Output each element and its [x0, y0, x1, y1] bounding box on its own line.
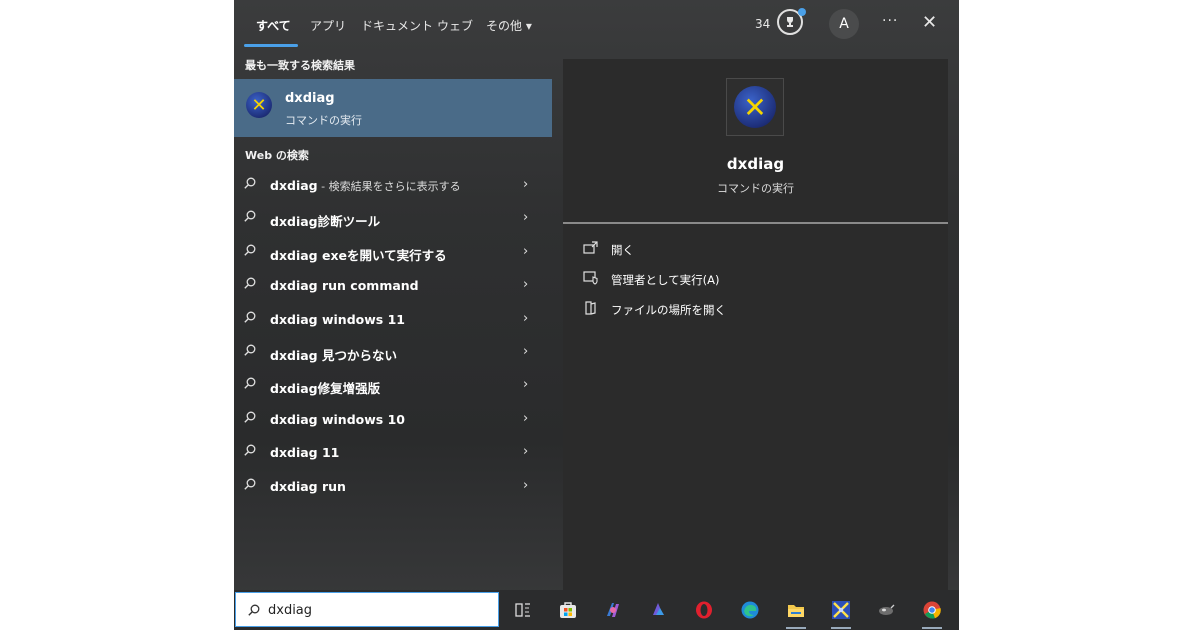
preview-pane: ✕ dxdiag コマンドの実行 開く 管理者として実行(A) ファイルの場所を… — [563, 59, 948, 599]
taskbar-search-input[interactable] — [268, 601, 478, 619]
preview-title: dxdiag — [726, 155, 785, 173]
search-icon — [244, 277, 256, 289]
web-result-text: dxdiag run — [270, 479, 346, 494]
file-explorer-icon[interactable] — [786, 600, 806, 620]
close-button[interactable]: ✕ — [922, 12, 937, 33]
web-result-item[interactable]: dxdiag修复增强版 › — [234, 369, 552, 402]
chrome-browser-icon[interactable] — [922, 600, 942, 620]
web-result-text: dxdiag 11 — [270, 445, 340, 460]
web-result-item[interactable]: dxdiag run › — [234, 470, 552, 503]
taskbar — [234, 590, 959, 630]
active-app-indicator — [786, 627, 806, 629]
task-view-icon[interactable] — [513, 600, 533, 620]
bing-copilot-icon[interactable] — [648, 600, 668, 620]
web-result-item[interactable]: dxdiag windows 11 › — [234, 303, 552, 336]
dxdiag-app-icon: ✕ — [246, 92, 272, 118]
file-location-icon — [585, 301, 596, 315]
best-match-item[interactable]: ✕ dxdiag コマンドの実行 — [234, 79, 552, 137]
web-result-text: dxdiag windows 11 — [270, 312, 405, 327]
tab-documents[interactable]: ドキュメント — [361, 17, 433, 34]
chevron-right-icon: › — [523, 177, 529, 192]
dxdiag-taskbar-icon[interactable] — [831, 600, 851, 620]
best-match-label: 最も一致する検索結果 — [245, 59, 355, 72]
admin-shield-icon — [583, 271, 598, 285]
web-result-item[interactable]: dxdiag 見つからない › — [234, 336, 552, 369]
mouse-app-icon[interactable] — [876, 600, 896, 620]
web-result-item[interactable]: dxdiag run command › — [234, 269, 552, 302]
chevron-right-icon: › — [523, 311, 529, 326]
chevron-right-icon: › — [523, 444, 529, 459]
chevron-right-icon: › — [523, 244, 529, 259]
search-icon — [244, 344, 256, 356]
chevron-right-icon: › — [523, 411, 529, 426]
search-icon — [244, 177, 256, 189]
web-result-text: dxdiag exeを開いて実行する — [270, 248, 447, 263]
taskbar-search-box[interactable] — [235, 592, 499, 627]
web-result-item[interactable]: dxdiag 11 › — [234, 436, 552, 469]
web-result-suffix: - 検索結果をさらに表示する — [317, 180, 461, 193]
chevron-right-icon: › — [523, 344, 529, 359]
web-result-text: dxdiag 見つからない — [270, 348, 397, 363]
tab-all[interactable]: すべて — [256, 17, 291, 34]
preview-icon-frame: ✕ — [726, 78, 784, 136]
web-result-text: dxdiag診断ツール — [270, 214, 381, 229]
search-icon — [244, 210, 256, 222]
web-result-text: dxdiag修复增强版 — [270, 381, 381, 396]
active-app-indicator — [831, 627, 851, 629]
active-app-indicator — [922, 627, 942, 629]
account-avatar[interactable]: A — [829, 9, 859, 39]
search-icon — [244, 411, 256, 423]
best-match-subtitle: コマンドの実行 — [285, 114, 362, 127]
open-file-location-label: ファイルの場所を開く — [611, 303, 726, 317]
web-search-label: Web の検索 — [245, 149, 309, 162]
active-tab-indicator — [244, 44, 298, 47]
rewards-points: 34 — [755, 17, 771, 31]
more-options-button[interactable]: ··· — [882, 13, 898, 29]
tab-apps[interactable]: アプリ — [310, 17, 346, 34]
chevron-right-icon: › — [523, 277, 529, 292]
web-result-item[interactable]: dxdiag診断ツール › — [234, 202, 552, 235]
best-match-title: dxdiag — [285, 91, 335, 106]
search-icon — [244, 478, 256, 490]
search-icon — [244, 377, 256, 389]
web-result-text: dxdiag windows 10 — [270, 412, 405, 427]
web-result-item[interactable]: dxdiag windows 10 › — [234, 403, 552, 436]
microsoft-store-icon[interactable] — [558, 600, 578, 620]
search-icon — [248, 604, 260, 616]
search-header: すべて アプリ ドキュメント ウェブ その他 ▾ 34 A ··· ✕ — [234, 0, 959, 48]
chevron-right-icon: › — [523, 377, 529, 392]
web-result-text: dxdiag — [270, 178, 318, 193]
web-result-text: dxdiag run command — [270, 278, 419, 293]
web-result-item[interactable]: dxdiag - 検索結果をさらに表示する › — [234, 169, 552, 202]
open-action-label: 開く — [611, 243, 634, 257]
search-icon — [244, 444, 256, 456]
search-window: すべて アプリ ドキュメント ウェブ その他 ▾ 34 A ··· ✕ 最も一致… — [234, 0, 959, 630]
chevron-right-icon: › — [523, 478, 529, 493]
preview-divider — [563, 222, 948, 224]
opera-browser-icon[interactable] — [694, 600, 714, 620]
search-icon — [244, 244, 256, 256]
copilot-icon[interactable] — [603, 600, 623, 620]
chevron-right-icon: › — [523, 210, 529, 225]
preview-subtitle: コマンドの実行 — [717, 182, 794, 195]
open-icon — [583, 241, 598, 254]
run-as-admin-label: 管理者として実行(A) — [611, 273, 720, 287]
notification-dot — [798, 8, 806, 16]
web-result-item[interactable]: dxdiag exeを開いて実行する › — [234, 236, 552, 269]
edge-browser-icon[interactable] — [740, 600, 760, 620]
dxdiag-app-icon: ✕ — [734, 86, 776, 128]
tab-web[interactable]: ウェブ — [437, 17, 473, 34]
tab-more[interactable]: その他 ▾ — [486, 17, 532, 34]
search-icon — [244, 311, 256, 323]
